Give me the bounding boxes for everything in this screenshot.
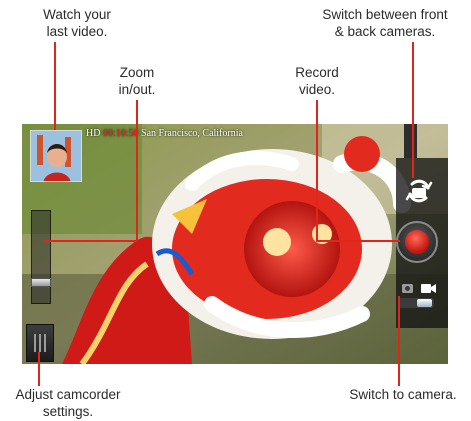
settings-icon-bar	[39, 334, 41, 352]
callout-zoom: Zoom in/out.	[118, 65, 156, 97]
record-icon	[405, 230, 429, 254]
camera-viewfinder	[22, 124, 448, 364]
viewfinder-scene	[22, 124, 448, 364]
callout-adjust-settings: Adjust camcorder settings.	[15, 387, 121, 419]
thumbnail-image	[31, 131, 81, 181]
switch-camera-icon[interactable]	[404, 178, 434, 204]
quality-badge: HD	[86, 128, 101, 139]
leader-record-v	[316, 100, 318, 242]
leader-zoom-h	[44, 240, 138, 242]
zoom-slider[interactable]	[31, 210, 51, 304]
leader-zoom-v	[136, 100, 138, 242]
mode-toggle-knob[interactable]	[417, 299, 432, 307]
last-video-thumbnail[interactable]	[30, 130, 82, 182]
recording-hud: HD 00:10:50 San Francisco, California	[86, 128, 243, 139]
zoom-slider-handle[interactable]	[31, 278, 51, 288]
settings-button[interactable]	[26, 324, 54, 362]
callout-switch-cameras: Switch between front & back cameras.	[322, 7, 448, 39]
callout-switch-to-camera: Switch to camera.	[349, 387, 457, 402]
recording-timer: 00:10:50	[102, 128, 139, 139]
leader-settings	[38, 352, 40, 386]
video-icon	[421, 284, 436, 293]
control-panel-top-edge	[404, 124, 417, 158]
callout-record-video: Record video.	[295, 65, 339, 97]
settings-icon	[34, 334, 36, 352]
camera-icon	[402, 284, 413, 293]
leader-record-h	[316, 240, 400, 242]
leader-switch-cameras	[412, 42, 414, 178]
leader-switch-camera	[398, 296, 400, 386]
camera-video-mode-icons	[402, 284, 436, 293]
leader-last-video	[54, 42, 56, 130]
callout-watch-last-video: Watch your last video.	[43, 7, 111, 39]
settings-icon-bar	[44, 334, 46, 352]
location-label: San Francisco, California	[141, 128, 243, 139]
